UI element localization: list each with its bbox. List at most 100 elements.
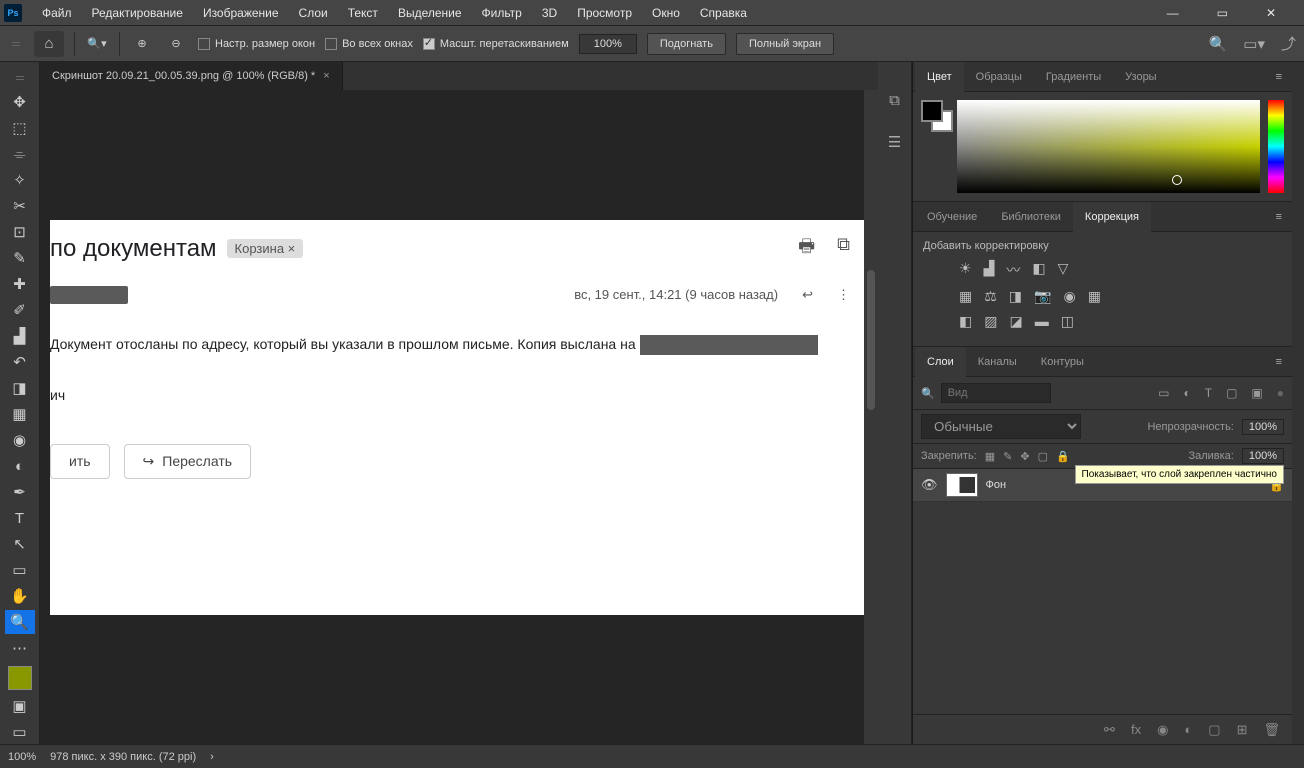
close-icon[interactable]: × <box>323 70 329 82</box>
forward-button[interactable]: ↪Переслать <box>124 444 252 479</box>
filter-image-icon[interactable]: ▭ <box>1158 386 1169 400</box>
menu-image[interactable]: Изображение <box>193 6 289 20</box>
layer-filter-input[interactable] <box>941 383 1051 403</box>
menu-layers[interactable]: Слои <box>289 6 338 20</box>
wand-tool[interactable]: ✧ <box>5 168 35 192</box>
hand-tool[interactable]: ✋ <box>5 584 35 608</box>
tab-paths[interactable]: Контуры <box>1029 347 1096 377</box>
gradient-map-icon[interactable]: ▬ <box>1035 313 1049 330</box>
menu-file[interactable]: Файл <box>32 6 82 20</box>
window-minimize[interactable]: — <box>1157 6 1189 20</box>
type-tool[interactable]: T <box>5 506 35 530</box>
zoom-out-icon[interactable]: ⊖ <box>164 32 188 56</box>
visibility-icon[interactable]: 👁 <box>921 477 938 493</box>
exposure-icon[interactable]: ◧ <box>1032 260 1045 280</box>
marquee-tool[interactable]: ⬚ <box>5 116 35 140</box>
blend-mode-select[interactable]: Обычные <box>921 414 1081 439</box>
tab-libraries[interactable]: Библиотеки <box>989 202 1073 232</box>
selective-icon[interactable]: ◫ <box>1061 313 1074 330</box>
print-icon[interactable]: 🖶 <box>798 234 815 264</box>
vibrance-icon[interactable]: ▽ <box>1058 260 1069 280</box>
status-zoom[interactable]: 100% <box>8 751 36 763</box>
all-windows-checkbox[interactable]: Во всех окнах <box>325 38 413 50</box>
zoom-percent[interactable]: 100% <box>579 34 637 54</box>
menu-edit[interactable]: Редактирование <box>82 6 193 20</box>
properties-icon[interactable]: ☰ <box>888 133 901 151</box>
tab-layers[interactable]: Слои <box>915 347 966 377</box>
posterize-icon[interactable]: ▨ <box>984 313 997 330</box>
filter-icon[interactable]: 🔍 <box>921 387 935 400</box>
brush-tool[interactable]: ✐ <box>5 298 35 322</box>
frame-tool[interactable]: ⊡ <box>5 220 35 244</box>
resize-windows-checkbox[interactable]: Настр. размер окон <box>198 38 315 50</box>
lock-move-icon[interactable]: ✥ <box>1020 450 1029 463</box>
menu-text[interactable]: Текст <box>338 6 388 20</box>
levels-icon[interactable]: ▟ <box>984 260 995 280</box>
path-tool[interactable]: ↖ <box>5 532 35 556</box>
brightness-icon[interactable]: ☀ <box>959 260 972 280</box>
menu-view[interactable]: Просмотр <box>567 6 642 20</box>
filter-adjust-icon[interactable]: ◐ <box>1183 386 1190 400</box>
heal-tool[interactable]: ✚ <box>5 272 35 296</box>
balance-icon[interactable]: ⚖ <box>984 288 997 305</box>
tab-gradients[interactable]: Градиенты <box>1034 62 1113 92</box>
adjustment-icon[interactable]: ◐ <box>1184 722 1192 737</box>
fill-value[interactable]: 100% <box>1242 448 1284 464</box>
pen-tool[interactable]: ✒ <box>5 480 35 504</box>
vertical-scrollbar[interactable] <box>864 90 878 744</box>
drag-handle-icon[interactable] <box>12 34 20 54</box>
curves-icon[interactable]: 〰 <box>1006 260 1020 280</box>
color-picker[interactable] <box>913 92 1292 202</box>
opacity-value[interactable]: 100% <box>1242 419 1284 435</box>
group-icon[interactable]: ▢ <box>1208 722 1220 738</box>
bw-icon[interactable]: ◨ <box>1009 288 1022 305</box>
menu-help[interactable]: Справка <box>690 6 757 20</box>
move-tool[interactable]: ✥ <box>5 90 35 114</box>
fx-icon[interactable]: fx <box>1131 722 1141 737</box>
zoom-tool-icon[interactable]: 🔍▾ <box>85 32 109 56</box>
lock-brush-icon[interactable]: ✎ <box>1003 450 1012 463</box>
filter-shape-icon[interactable]: ▢ <box>1226 386 1237 400</box>
drag-handle-icon[interactable] <box>16 68 24 88</box>
fullscreen-button[interactable]: Полный экран <box>736 33 834 55</box>
zoom-tool[interactable]: 🔍 <box>5 610 35 634</box>
scrub-zoom-checkbox[interactable]: Масшт. перетаскиванием <box>423 38 569 50</box>
share-icon[interactable]: ⤴ <box>1281 33 1296 54</box>
menu-window[interactable]: Окно <box>642 6 690 20</box>
link-icon[interactable]: ⚯ <box>1104 722 1115 738</box>
home-button[interactable]: ⌂ <box>34 31 64 57</box>
search-icon[interactable]: 🔍 <box>1209 35 1228 53</box>
reply-icon[interactable]: ↩ <box>802 287 813 303</box>
stamp-tool[interactable]: ▟ <box>5 324 35 348</box>
document-canvas[interactable]: по документам Корзина × 🖶 ⧉ вс, 19 сент.… <box>50 220 868 615</box>
trash-icon[interactable]: 🗑 <box>1263 722 1280 738</box>
mixer-icon[interactable]: ◉ <box>1063 288 1075 305</box>
window-close[interactable]: ✕ <box>1256 6 1286 20</box>
blur-tool[interactable]: ◉ <box>5 428 35 452</box>
lock-pixels-icon[interactable]: ▦ <box>985 450 995 463</box>
filter-text-icon[interactable]: T <box>1205 386 1212 400</box>
hue-slider[interactable] <box>1268 100 1284 193</box>
shape-tool[interactable]: ▭ <box>5 558 35 582</box>
layer-thumbnail[interactable] <box>946 473 978 497</box>
dodge-tool[interactable]: ◐ <box>5 454 35 478</box>
workspace-icon[interactable]: ▭▾ <box>1243 35 1265 53</box>
gradient-tool[interactable]: ▦ <box>5 402 35 426</box>
fg-color-swatch[interactable] <box>921 100 943 122</box>
status-dims[interactable]: 978 пикс. x 390 пикс. (72 ppi) <box>50 751 196 763</box>
menu-select[interactable]: Выделение <box>388 6 472 20</box>
lock-artboard-icon[interactable]: ▢ <box>1038 450 1048 463</box>
eyedropper-tool[interactable]: ✎ <box>5 246 35 270</box>
tab-adjustments[interactable]: Коррекция <box>1073 202 1151 232</box>
more-tools[interactable]: ⋯ <box>5 636 35 660</box>
lock-all-icon[interactable]: 🔒 <box>1056 450 1070 463</box>
tab-learn[interactable]: Обучение <box>915 202 989 232</box>
threshold-icon[interactable]: ◪ <box>1009 313 1022 330</box>
menu-3d[interactable]: 3D <box>532 6 567 20</box>
invert-icon[interactable]: ◧ <box>959 313 972 330</box>
more-icon[interactable]: ⋮ <box>837 287 850 303</box>
hue-icon[interactable]: ▦ <box>959 288 972 305</box>
quickmask-icon[interactable]: ▣ <box>5 694 35 718</box>
screenmode-icon[interactable]: ▭ <box>5 720 35 744</box>
fg-bg-color[interactable] <box>8 666 32 690</box>
